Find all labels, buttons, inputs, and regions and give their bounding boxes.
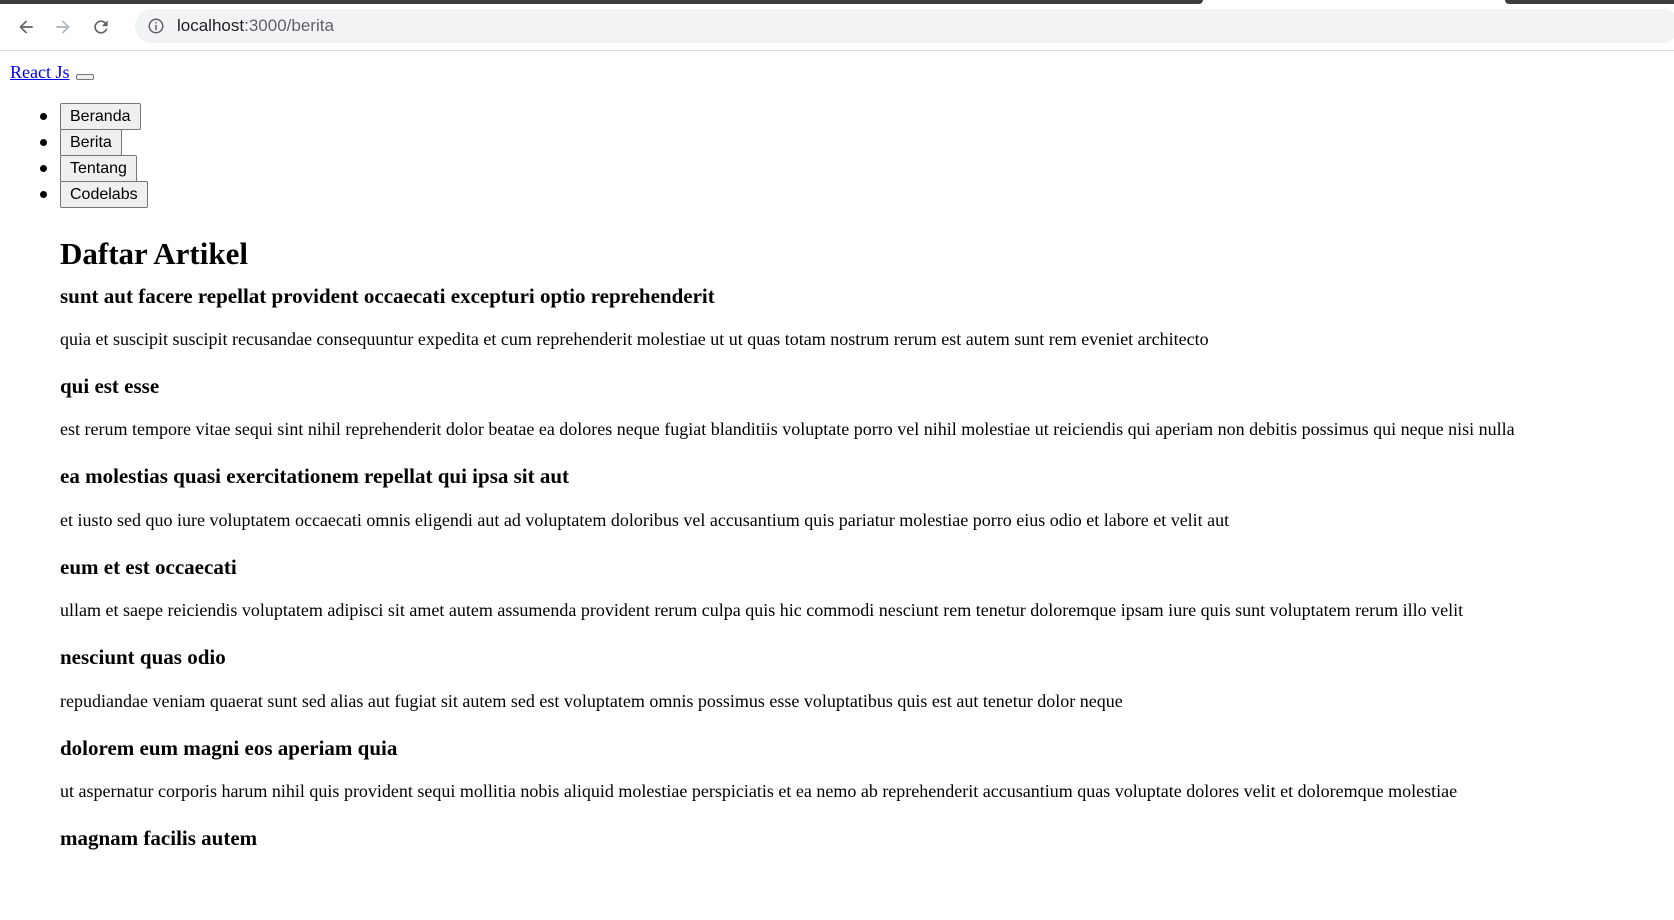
url-path: :3000/berita [244, 16, 334, 35]
nav-button-berita[interactable]: Berita [60, 129, 122, 156]
article-title: nesciunt quas odio [60, 645, 226, 669]
nav-item-codelabs: Codelabs [0, 181, 200, 208]
forward-arrow-icon [56, 20, 70, 34]
nav-item-tentang: Tentang [0, 155, 200, 182]
navbar-toggler-button[interactable] [76, 74, 94, 80]
article-title: eum et est occaecati [60, 555, 237, 579]
browser-toolbar: localhost:3000/berita [0, 4, 1674, 51]
article-body: est rerum tempore vitae sequi sint nihil… [60, 419, 1515, 439]
back-arrow-icon [19, 20, 33, 34]
nav-button-tentang[interactable]: Tentang [60, 155, 137, 182]
article-body: ullam et saepe reiciendis voluptatem adi… [60, 600, 1464, 620]
forward-button[interactable] [48, 12, 78, 42]
article-body: et iusto sed quo iure voluptatem occaeca… [60, 510, 1230, 530]
article-body: ut aspernatur corporis harum nihil quis … [60, 781, 1458, 801]
article-body: quia et suscipit suscipit recusandae con… [60, 329, 1209, 349]
bullet-icon [40, 113, 47, 120]
article-title: ea molestias quasi exercitationem repell… [60, 464, 570, 488]
article-title: sunt aut facere repellat provident occae… [60, 284, 715, 308]
navbar-brand-link[interactable]: React Js [10, 62, 69, 83]
bullet-icon [40, 139, 47, 146]
nav-item-berita: Berita [0, 129, 200, 156]
article-title: qui est esse [60, 374, 160, 398]
article-body: repudiandae veniam quaerat sunt sed alia… [60, 691, 1123, 711]
back-button[interactable] [11, 12, 41, 42]
page-title: Daftar Artikel [60, 236, 248, 271]
reload-icon [94, 20, 108, 34]
article-title: dolorem eum magni eos aperiam quia [60, 736, 398, 760]
info-icon[interactable] [147, 17, 165, 35]
bullet-icon [40, 191, 47, 198]
reload-button[interactable] [86, 12, 116, 42]
address-bar[interactable]: localhost:3000/berita [135, 9, 1674, 43]
article-title: magnam facilis autem [60, 826, 258, 850]
url-host: localhost [177, 16, 245, 35]
url-text[interactable]: localhost:3000/berita [177, 16, 334, 36]
bullet-icon [40, 165, 47, 172]
nav-button-beranda[interactable]: Beranda [60, 103, 141, 130]
page-content: React Js Beranda Berita Tentang Codelabs… [0, 51, 1674, 920]
nav-button-codelabs[interactable]: Codelabs [60, 181, 148, 208]
nav-item-beranda: Beranda [0, 103, 200, 130]
